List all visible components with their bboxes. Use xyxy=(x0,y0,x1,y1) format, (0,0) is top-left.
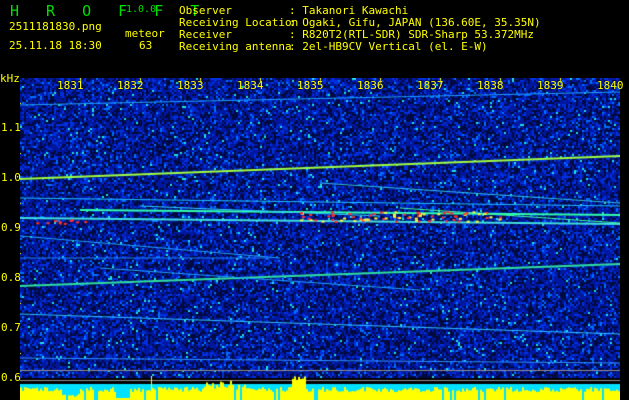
x-tick-label: 1831 xyxy=(57,79,84,92)
y-tick-label: 0.6 xyxy=(1,371,21,384)
y-axis-label: kHz xyxy=(0,72,20,85)
datetime: 25.11.18 18:30 xyxy=(9,39,102,52)
x-tick-label: 1838 xyxy=(477,79,504,92)
y-tick-label: 0.9 xyxy=(1,221,21,234)
filename: 2511181830.png xyxy=(9,20,102,33)
y-tick-label: 1.1 xyxy=(1,121,21,134)
app-version: 1.0.0 xyxy=(126,4,157,15)
x-tick-label: 1835 xyxy=(297,79,324,92)
y-tick-label: 1.0 xyxy=(1,171,21,184)
x-tick-label: 1836 xyxy=(357,79,384,92)
x-tick-label: 1837 xyxy=(417,79,444,92)
x-tick-label: 1834 xyxy=(237,79,264,92)
y-tick-label: 0.8 xyxy=(1,271,21,284)
x-tick-label: 1832 xyxy=(117,79,144,92)
info-value: : 2el-HB9CV Vertical (el. E-W) xyxy=(289,40,488,53)
spectrogram xyxy=(20,78,620,400)
x-tick-label: 1840 xyxy=(597,79,624,92)
y-tick-label: 0.7 xyxy=(1,321,21,334)
info-label: Receiving antenna xyxy=(179,40,292,53)
x-tick-label: 1833 xyxy=(177,79,204,92)
meteor-count: 63 xyxy=(139,39,153,52)
x-tick-label: 1839 xyxy=(537,79,564,92)
